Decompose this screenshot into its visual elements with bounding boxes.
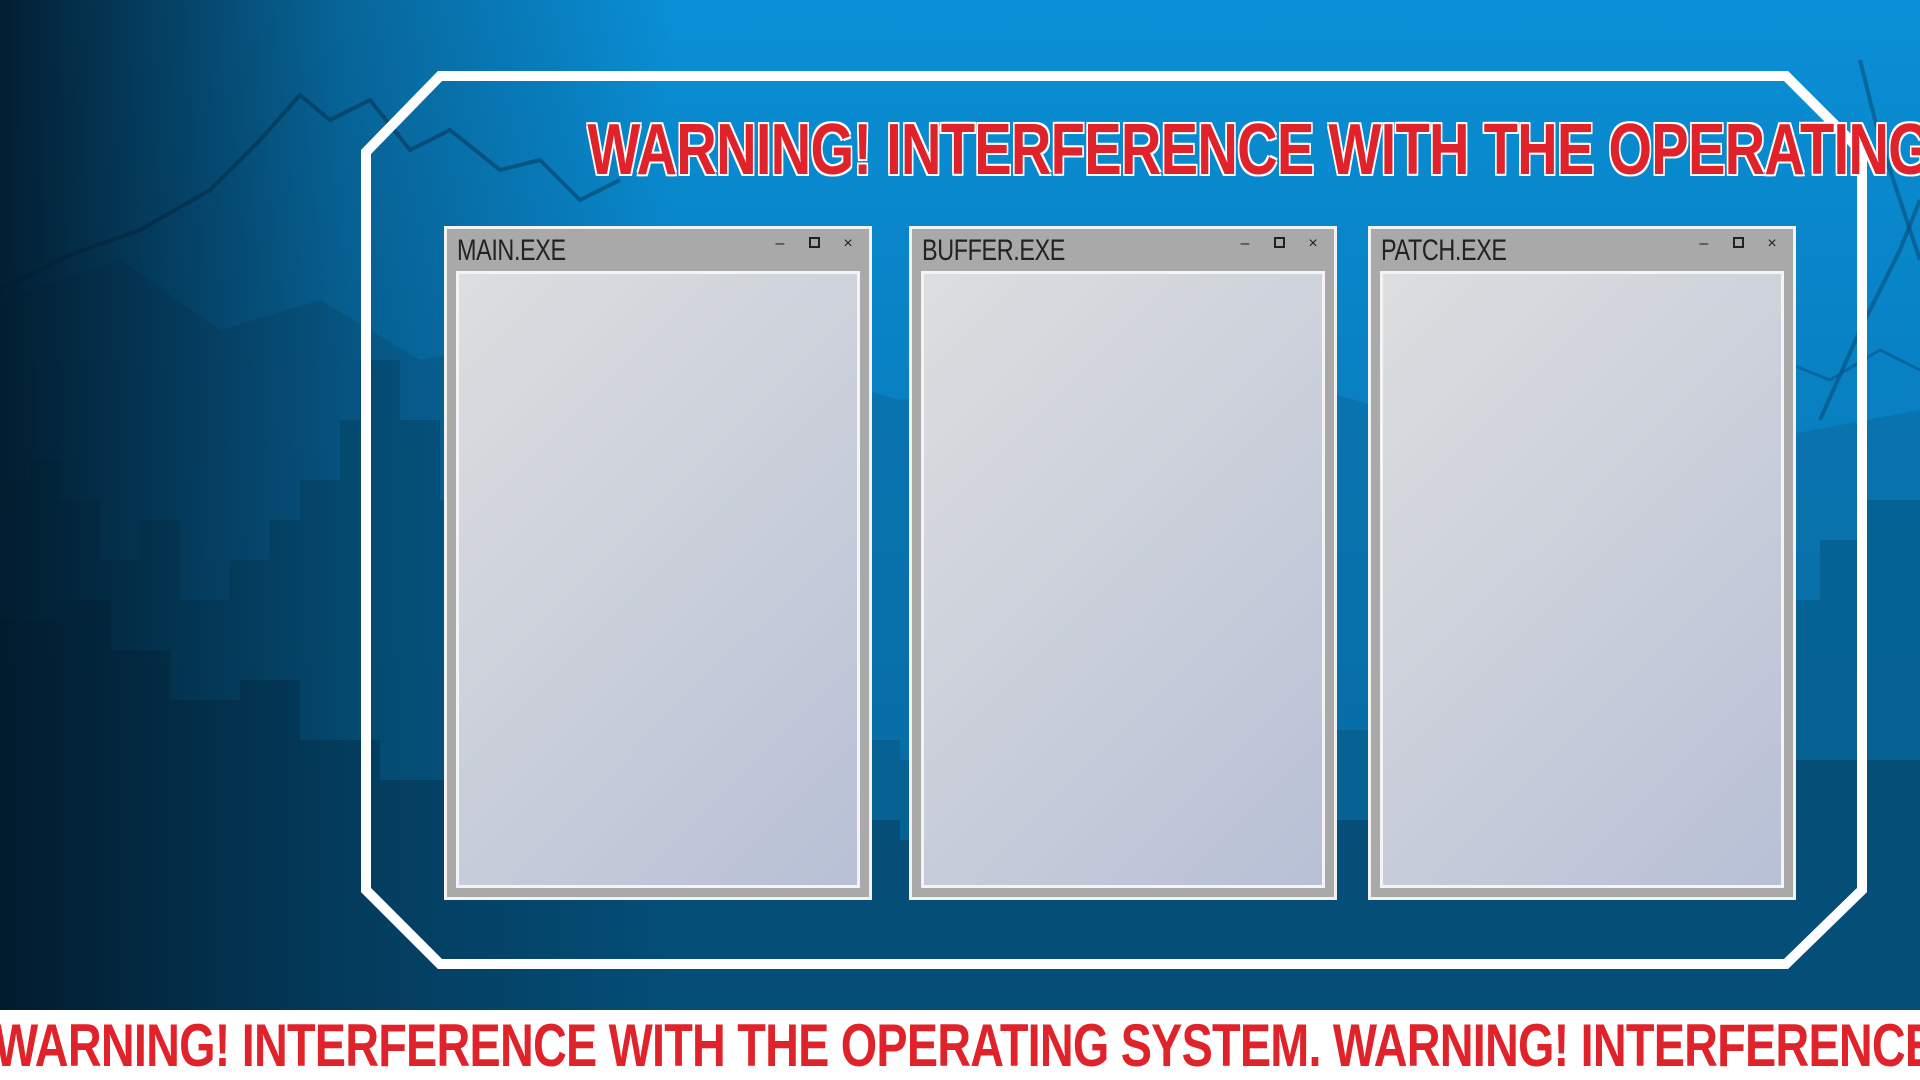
window-content-area bbox=[1380, 271, 1784, 888]
warning-ticker-text: WARNING! INTERFERENCE WITH THE OPERATING… bbox=[0, 1012, 1920, 1079]
window-patch-exe[interactable]: PATCH.EXE – × bbox=[1368, 226, 1796, 900]
window-title: PATCH.EXE bbox=[1381, 234, 1507, 267]
window-content-area bbox=[456, 271, 860, 888]
window-titlebar[interactable]: PATCH.EXE – × bbox=[1371, 229, 1793, 269]
window-buffer-exe[interactable]: BUFFER.EXE – × bbox=[909, 226, 1337, 900]
window-titlebar[interactable]: BUFFER.EXE – × bbox=[912, 229, 1334, 269]
minimize-icon[interactable]: – bbox=[769, 233, 791, 255]
close-icon[interactable]: × bbox=[1761, 233, 1783, 255]
maximize-icon[interactable] bbox=[1268, 233, 1290, 255]
window-title: MAIN.EXE bbox=[457, 234, 566, 267]
warning-headline: WARNING! INTERFERENCE WITH THE OPERATING… bbox=[587, 110, 1920, 190]
maximize-icon[interactable] bbox=[1727, 233, 1749, 255]
minimize-icon[interactable]: – bbox=[1234, 233, 1256, 255]
window-titlebar[interactable]: MAIN.EXE – × bbox=[447, 229, 869, 269]
close-icon[interactable]: × bbox=[837, 233, 859, 255]
warning-ticker-bar: WARNING! INTERFERENCE WITH THE OPERATING… bbox=[0, 1010, 1920, 1080]
minimize-icon[interactable]: – bbox=[1693, 233, 1715, 255]
window-main-exe[interactable]: MAIN.EXE – × bbox=[444, 226, 872, 900]
close-icon[interactable]: × bbox=[1302, 233, 1324, 255]
window-title: BUFFER.EXE bbox=[922, 234, 1066, 267]
window-content-area bbox=[921, 271, 1325, 888]
maximize-icon[interactable] bbox=[803, 233, 825, 255]
overlay-stage: WARNING! INTERFERENCE WITH THE OPERATING… bbox=[0, 0, 1920, 1080]
